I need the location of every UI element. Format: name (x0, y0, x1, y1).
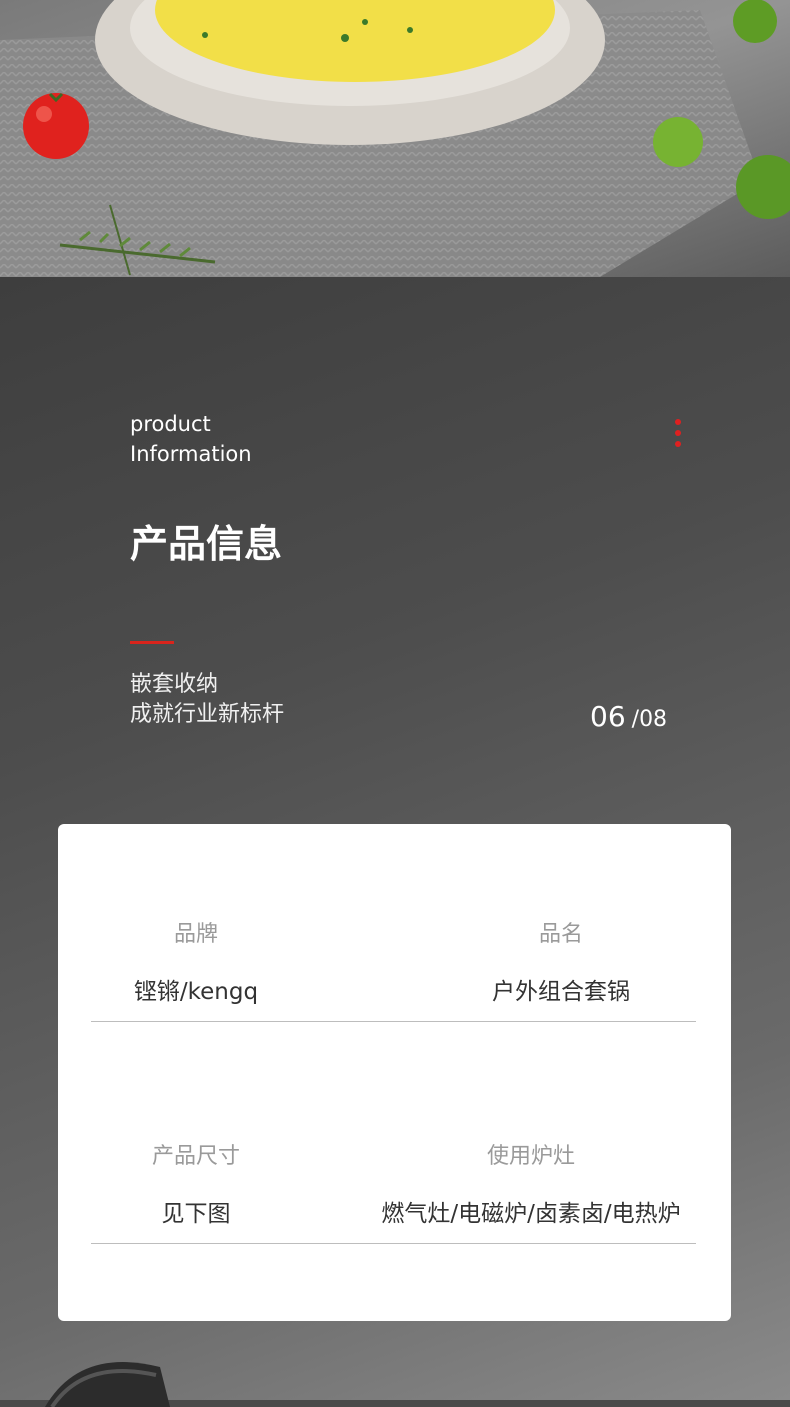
hero-illustration (0, 0, 790, 277)
herb (341, 34, 349, 42)
spec-label: 品牌 (173, 922, 218, 947)
herb (362, 19, 368, 25)
english-title-line2: Information (130, 442, 252, 466)
page-separator: / (631, 707, 640, 732)
dots-icon (675, 419, 681, 452)
page-total: 08 (639, 707, 668, 732)
spec-label: 品名 (538, 922, 583, 947)
accent-divider (130, 641, 174, 644)
pot-handle-photo (45, 1362, 170, 1407)
tomato-highlight (36, 106, 52, 122)
spec-product-name: 品名 户外组合套锅 (451, 916, 671, 1006)
spec-card: 品牌 铿锵/kengq 品名 户外组合套锅 产品尺寸 见下图 使用炉灶 燃气灶/… (58, 824, 731, 1321)
tomato (23, 93, 89, 159)
subtitle: 嵌套收纳 成就行业新标杆 (130, 670, 284, 730)
page-indicator: 06/08 (590, 700, 667, 733)
chinese-title: 产品信息 (130, 522, 283, 566)
spec-row: 品牌 铿锵/kengq 品名 户外组合套锅 (91, 824, 696, 1022)
spec-row: 产品尺寸 见下图 使用炉灶 燃气灶/电磁炉/卤素卤/电热炉 (91, 1046, 696, 1244)
herb (202, 32, 208, 38)
hero-photo (0, 0, 790, 277)
spec-value: 见下图 (161, 1201, 231, 1227)
subtitle-line2: 成就行业新标杆 (130, 702, 285, 727)
lime (733, 0, 777, 43)
spec-label: 产品尺寸 (151, 1144, 240, 1169)
herb (407, 27, 413, 33)
english-title: product Information (130, 409, 252, 469)
product-info-section: product Information 产品信息 嵌套收纳 成就行业新标杆 06… (0, 277, 790, 1407)
english-title-line1: product (130, 412, 211, 436)
lime (653, 117, 703, 167)
subtitle-line1: 嵌套收纳 (130, 672, 219, 697)
page-current: 06 (590, 700, 626, 733)
spec-value: 户外组合套锅 (492, 979, 630, 1005)
spec-label: 使用炉灶 (486, 1144, 575, 1169)
spec-brand: 品牌 铿锵/kengq (91, 916, 301, 1006)
spec-size: 产品尺寸 见下图 (91, 1138, 301, 1228)
spec-value: 铿锵/kengq (133, 979, 259, 1005)
spec-stove: 使用炉灶 燃气灶/电磁炉/卤素卤/电热炉 (366, 1138, 696, 1228)
spec-value: 燃气灶/电磁炉/卤素卤/电热炉 (381, 1201, 681, 1227)
